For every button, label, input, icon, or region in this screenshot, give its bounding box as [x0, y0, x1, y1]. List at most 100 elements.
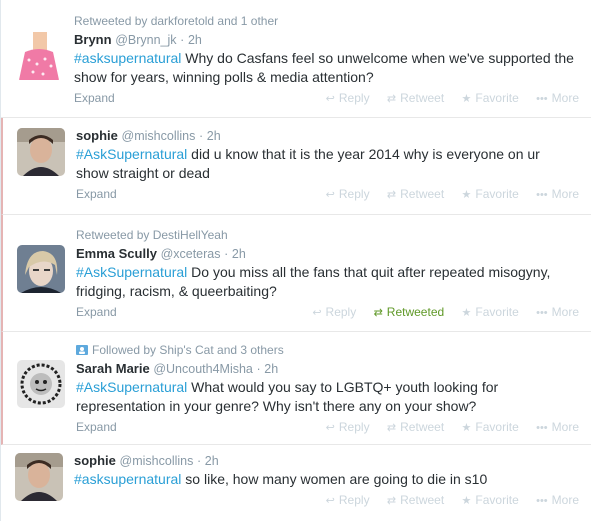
- expand-link[interactable]: Expand: [76, 420, 117, 434]
- tweet[interactable]: sophie @mishcollins · 2h #AskSupernatura…: [1, 118, 591, 215]
- reply-button[interactable]: ↩ Reply: [326, 420, 370, 434]
- avatar[interactable]: [17, 128, 65, 176]
- timestamp[interactable]: 2h: [188, 33, 202, 47]
- username[interactable]: @Brynn_jk: [115, 33, 176, 47]
- retweet-button[interactable]: ⇄ Retweet: [387, 91, 444, 105]
- hashtag-link[interactable]: #asksupernatural: [74, 50, 181, 66]
- more-button[interactable]: ••• More: [536, 187, 579, 201]
- timestamp[interactable]: 2h: [264, 362, 278, 376]
- avatar-image: [15, 32, 63, 80]
- avatar[interactable]: [15, 32, 63, 80]
- retweet-icon: ⇄: [373, 307, 383, 319]
- reply-icon: ↩: [312, 307, 322, 319]
- username[interactable]: @xceteras: [161, 247, 221, 261]
- tweet-text: #asksupernatural so like, how many women…: [74, 470, 574, 489]
- more-dots-icon: •••: [536, 307, 548, 319]
- timestamp[interactable]: 2h: [232, 247, 246, 261]
- favorite-button[interactable]: ★ Favorite: [462, 493, 519, 507]
- more-button[interactable]: ••• More: [536, 91, 579, 105]
- hashtag-link[interactable]: #AskSupernatural: [76, 379, 187, 395]
- retweeted-button[interactable]: ⇄ Retweeted: [374, 305, 445, 319]
- star-icon: ★: [461, 422, 472, 434]
- expand-link[interactable]: Expand: [76, 187, 117, 201]
- display-name[interactable]: Emma Scully: [76, 246, 157, 261]
- star-icon: ★: [461, 495, 472, 507]
- hashtag-link[interactable]: #asksupernatural: [74, 471, 181, 487]
- follow-context-text: Followed by Ship's Cat and 3 others: [92, 343, 284, 357]
- avatar[interactable]: [17, 360, 65, 408]
- avatar[interactable]: [17, 245, 65, 293]
- more-button[interactable]: ••• More: [536, 493, 579, 507]
- reply-icon: ↩: [325, 495, 335, 507]
- tweet[interactable]: Retweeted by DestiHellYeah Emma Scully @…: [1, 215, 591, 332]
- tweet-actions: ↩ Reply ⇄ Retweeted ★ Favorite ••• More: [298, 305, 579, 319]
- avatar-image: [17, 360, 65, 408]
- tweet-actions: ↩ Reply ⇄ Retweet ★ Favorite ••• More: [312, 420, 579, 434]
- retweet-context: Retweeted by darkforetold and 1 other: [74, 14, 279, 28]
- retweet-icon: ⇄: [386, 495, 397, 507]
- favorite-button[interactable]: ★ Favorite: [462, 420, 519, 434]
- more-button[interactable]: ••• More: [536, 305, 579, 319]
- person-icon: [76, 344, 88, 355]
- hashtag-link[interactable]: #AskSupernatural: [76, 146, 187, 162]
- expand-link[interactable]: Expand: [76, 305, 117, 319]
- timestamp[interactable]: 2h: [207, 129, 221, 143]
- more-dots-icon: •••: [536, 422, 548, 434]
- retweet-button[interactable]: ⇄ Retweet: [387, 420, 444, 434]
- tweet-actions: ↩ Reply ⇄ Retweet ★ Favorite ••• More: [312, 493, 579, 507]
- tweet-text: #asksupernatural Why do Casfans feel so …: [74, 49, 574, 87]
- tweet[interactable]: Followed by Ship's Cat and 3 others Sara…: [1, 332, 591, 445]
- avatar-image: [17, 128, 65, 176]
- display-name[interactable]: Sarah Marie: [76, 361, 150, 376]
- avatar-image: [15, 453, 63, 501]
- reply-button[interactable]: ↩ Reply: [326, 187, 370, 201]
- star-icon: ★: [461, 189, 472, 201]
- reply-button[interactable]: ↩ Reply: [326, 493, 370, 507]
- favorite-button[interactable]: ★ Favorite: [462, 305, 519, 319]
- tweet[interactable]: sophie @mishcollins · 2h #asksupernatura…: [1, 445, 591, 521]
- more-dots-icon: •••: [536, 495, 548, 507]
- tweet-actions: ↩ Reply ⇄ Retweet ★ Favorite ••• More: [312, 91, 579, 105]
- expand-link[interactable]: Expand: [74, 91, 115, 105]
- more-button[interactable]: ••• More: [536, 420, 579, 434]
- avatar-image: [17, 245, 65, 293]
- username[interactable]: @mishcollins: [120, 454, 194, 468]
- star-icon: ★: [461, 93, 472, 105]
- favorite-button[interactable]: ★ Favorite: [462, 187, 519, 201]
- retweet-icon: ⇄: [386, 422, 397, 434]
- avatar[interactable]: [15, 453, 63, 501]
- timeline: Retweeted by darkforetold and 1 other Br…: [0, 0, 591, 521]
- username[interactable]: @mishcollins: [122, 129, 196, 143]
- tweet-text: #AskSupernatural What would you say to L…: [76, 378, 576, 416]
- retweet-icon: ⇄: [386, 93, 397, 105]
- star-icon: ★: [461, 307, 472, 319]
- tweet-text: #AskSupernatural Do you miss all the fan…: [76, 263, 576, 301]
- reply-button[interactable]: ↩ Reply: [326, 91, 370, 105]
- retweet-button[interactable]: ⇄ Retweet: [387, 187, 444, 201]
- follow-context: Followed by Ship's Cat and 3 others: [76, 343, 284, 357]
- tweet-text: #AskSupernatural did u know that it is t…: [76, 145, 576, 183]
- display-name[interactable]: sophie: [76, 128, 118, 143]
- time-separator: ·: [224, 247, 229, 261]
- tweet-actions: ↩ Reply ⇄ Retweet ★ Favorite ••• More: [312, 187, 579, 201]
- retweet-context: Retweeted by DestiHellYeah: [76, 228, 228, 242]
- favorite-button[interactable]: ★ Favorite: [462, 91, 519, 105]
- time-separator: ·: [180, 33, 185, 47]
- hashtag-link[interactable]: #AskSupernatural: [76, 264, 187, 280]
- reply-icon: ↩: [325, 422, 335, 434]
- time-separator: ·: [256, 362, 261, 376]
- reply-icon: ↩: [325, 93, 335, 105]
- username[interactable]: @Uncouth4Misha: [153, 362, 253, 376]
- time-separator: ·: [196, 454, 202, 468]
- tweet[interactable]: Retweeted by darkforetold and 1 other Br…: [1, 0, 591, 118]
- tweet-body: so like, how many women are going to die…: [181, 471, 488, 487]
- time-separator: ·: [198, 129, 204, 143]
- more-dots-icon: •••: [536, 189, 548, 201]
- display-name[interactable]: Brynn: [74, 32, 112, 47]
- reply-button[interactable]: ↩ Reply: [312, 305, 356, 319]
- more-dots-icon: •••: [536, 93, 548, 105]
- retweet-button[interactable]: ⇄ Retweet: [387, 493, 444, 507]
- display-name[interactable]: sophie: [74, 453, 116, 468]
- timestamp[interactable]: 2h: [205, 454, 219, 468]
- reply-icon: ↩: [325, 189, 335, 201]
